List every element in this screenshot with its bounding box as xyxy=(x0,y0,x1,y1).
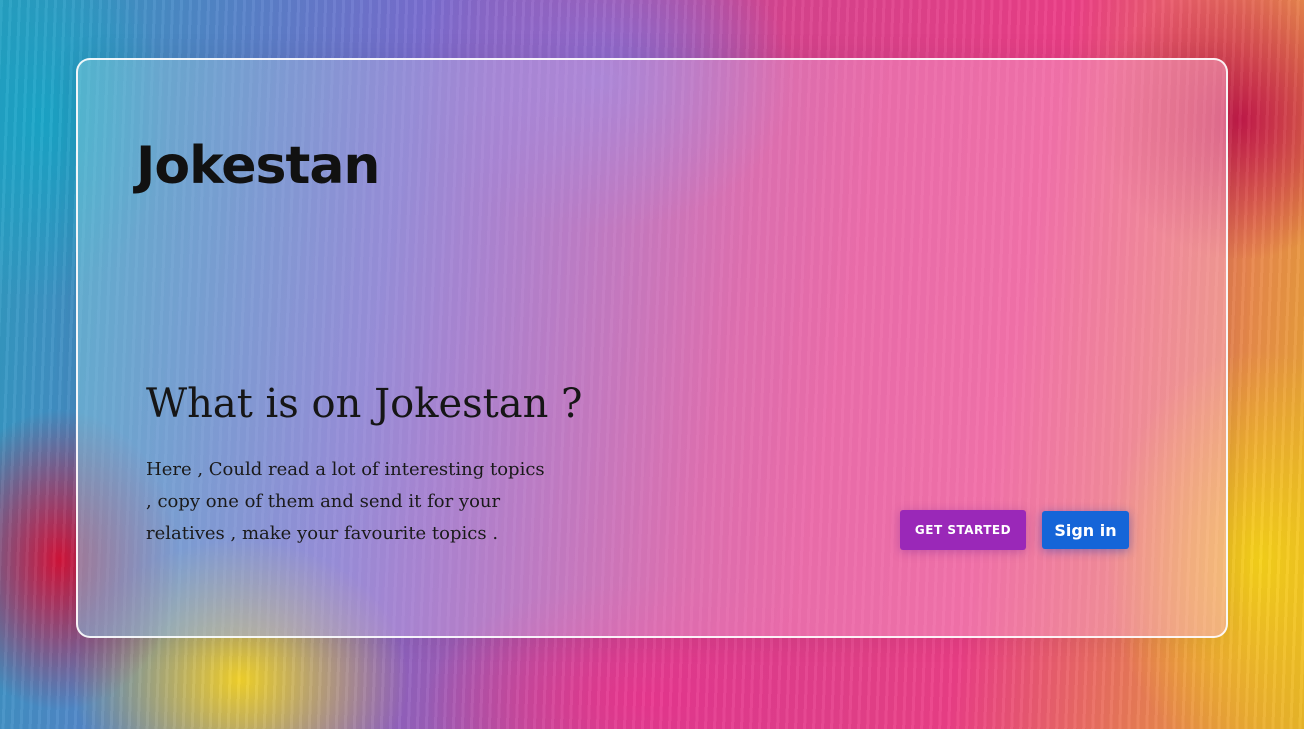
hero-title: What is on Jokestan ? xyxy=(146,381,583,427)
brand-logo: Jokestan xyxy=(136,136,380,196)
sign-in-button[interactable]: Sign in xyxy=(1042,511,1129,549)
get-started-button[interactable]: GET STARTED xyxy=(900,510,1026,550)
hero-card: Jokestan What is on Jokestan ? Here , Co… xyxy=(76,58,1228,638)
hero-description: Here , Could read a lot of interesting t… xyxy=(146,459,545,544)
